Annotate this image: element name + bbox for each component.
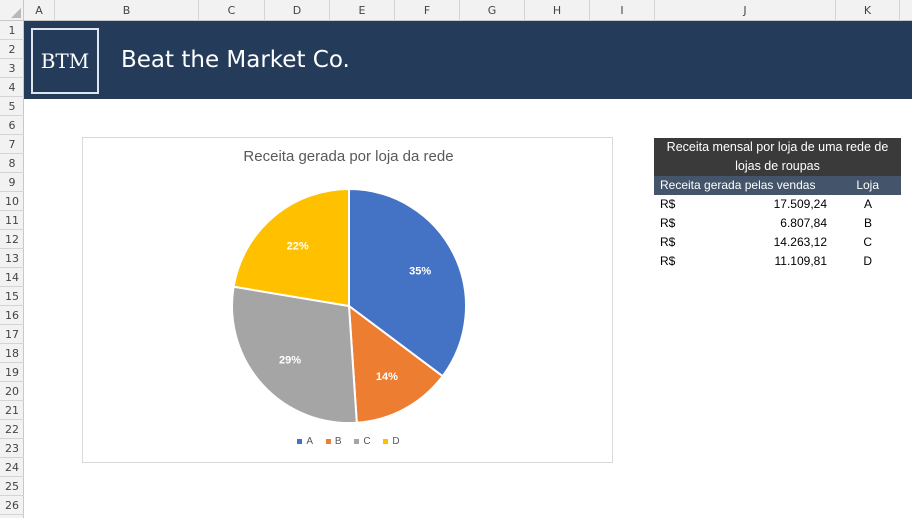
- header-revenue[interactable]: Receita gerada pelas vendas: [660, 176, 815, 195]
- legend-label: A: [306, 436, 314, 447]
- revenue-table: Receita mensal por loja de uma rede de l…: [654, 138, 901, 271]
- company-logo: BTM: [31, 28, 99, 94]
- column-header-f[interactable]: F: [395, 0, 460, 21]
- legend-item-c: C: [354, 436, 371, 447]
- column-header-bar: A B C D E F G H I J K: [0, 0, 912, 21]
- row-header[interactable]: 19: [0, 363, 24, 382]
- column-header-b[interactable]: B: [55, 0, 199, 21]
- row-header-bar: 1 2 3 4 5 6 7 8 9 10 11 12 13 14 15 16 1…: [0, 21, 24, 518]
- legend-label: C: [363, 436, 371, 447]
- table-row: R$ 11.109,81 D: [654, 252, 901, 271]
- store-cell[interactable]: C: [863, 233, 872, 252]
- store-cell[interactable]: D: [863, 252, 872, 271]
- row-header[interactable]: 18: [0, 344, 24, 363]
- header-store[interactable]: Loja: [856, 176, 879, 195]
- row-header[interactable]: 8: [0, 154, 24, 173]
- pie-chart-plot: 35% 14% 29% 22%: [231, 187, 467, 424]
- pie-slice-label: 29%: [279, 354, 301, 366]
- row-header[interactable]: 22: [0, 420, 24, 439]
- row-header[interactable]: 14: [0, 268, 24, 287]
- currency-cell[interactable]: R$: [660, 214, 675, 233]
- column-header-h[interactable]: H: [525, 0, 590, 21]
- pie-chart[interactable]: Receita gerada por loja da rede 35% 14% 29…: [82, 137, 613, 463]
- row-header[interactable]: 5: [0, 97, 24, 116]
- row-header[interactable]: 20: [0, 382, 24, 401]
- row-header[interactable]: 4: [0, 78, 24, 97]
- row-header[interactable]: 12: [0, 230, 24, 249]
- legend-swatch: [325, 438, 331, 444]
- legend-label: B: [334, 436, 342, 447]
- column-header-a[interactable]: A: [24, 0, 55, 21]
- row-header[interactable]: 1: [0, 21, 24, 40]
- pie-slice-label: 14%: [376, 371, 398, 383]
- column-header-k[interactable]: K: [836, 0, 900, 21]
- company-name: Beat the Market Co.: [121, 47, 350, 73]
- revenue-cell[interactable]: 11.109,81: [775, 252, 828, 271]
- legend-swatch: [297, 438, 303, 444]
- legend-item-d: D: [383, 436, 400, 447]
- row-header[interactable]: 7: [0, 135, 24, 154]
- legend-item-a: A: [297, 436, 313, 447]
- chart-legend: A B C D: [83, 436, 614, 447]
- legend-swatch: [354, 438, 360, 444]
- row-header[interactable]: 24: [0, 458, 24, 477]
- row-header[interactable]: 6: [0, 116, 24, 135]
- legend-swatch: [383, 438, 389, 444]
- row-header[interactable]: 21: [0, 401, 24, 420]
- column-header-j[interactable]: J: [655, 0, 836, 21]
- column-header-g[interactable]: G: [460, 0, 525, 21]
- row-header[interactable]: 16: [0, 306, 24, 325]
- currency-cell[interactable]: R$: [660, 233, 675, 252]
- row-header[interactable]: 2: [0, 40, 24, 59]
- column-header-l[interactable]: [900, 0, 912, 21]
- row-header[interactable]: 13: [0, 249, 24, 268]
- revenue-cell[interactable]: 14.263,12: [774, 233, 827, 252]
- currency-cell[interactable]: R$: [660, 195, 675, 214]
- row-header[interactable]: 15: [0, 287, 24, 306]
- column-header-i[interactable]: I: [590, 0, 655, 21]
- row-header[interactable]: 17: [0, 325, 24, 344]
- store-cell[interactable]: A: [864, 195, 872, 214]
- revenue-cell[interactable]: 6.807,84: [780, 214, 827, 233]
- row-header[interactable]: 3: [0, 59, 24, 78]
- currency-cell[interactable]: R$: [660, 252, 675, 271]
- table-row: R$ 6.807,84 B: [654, 214, 901, 233]
- row-header[interactable]: 23: [0, 439, 24, 458]
- store-cell[interactable]: B: [864, 214, 872, 233]
- pie-slice-label: 35%: [409, 265, 431, 277]
- row-header[interactable]: 9: [0, 173, 24, 192]
- row-header[interactable]: 10: [0, 192, 24, 211]
- table-row: R$ 14.263,12 C: [654, 233, 901, 252]
- row-header[interactable]: 11: [0, 211, 24, 230]
- table-row: R$ 17.509,24 A: [654, 195, 901, 214]
- select-all-corner[interactable]: [0, 0, 24, 21]
- column-header-d[interactable]: D: [265, 0, 330, 21]
- row-header[interactable]: 25: [0, 477, 24, 496]
- revenue-cell[interactable]: 17.509,24: [774, 195, 827, 214]
- table-title[interactable]: Receita mensal por loja de uma rede de l…: [654, 138, 901, 176]
- table-header: Receita gerada pelas vendas Loja: [654, 176, 901, 195]
- pie-slice-label: 22%: [287, 240, 309, 252]
- column-header-e[interactable]: E: [330, 0, 395, 21]
- legend-label: D: [392, 436, 400, 447]
- row-header[interactable]: 26: [0, 496, 24, 515]
- column-header-c[interactable]: C: [199, 0, 265, 21]
- legend-item-b: B: [325, 436, 342, 447]
